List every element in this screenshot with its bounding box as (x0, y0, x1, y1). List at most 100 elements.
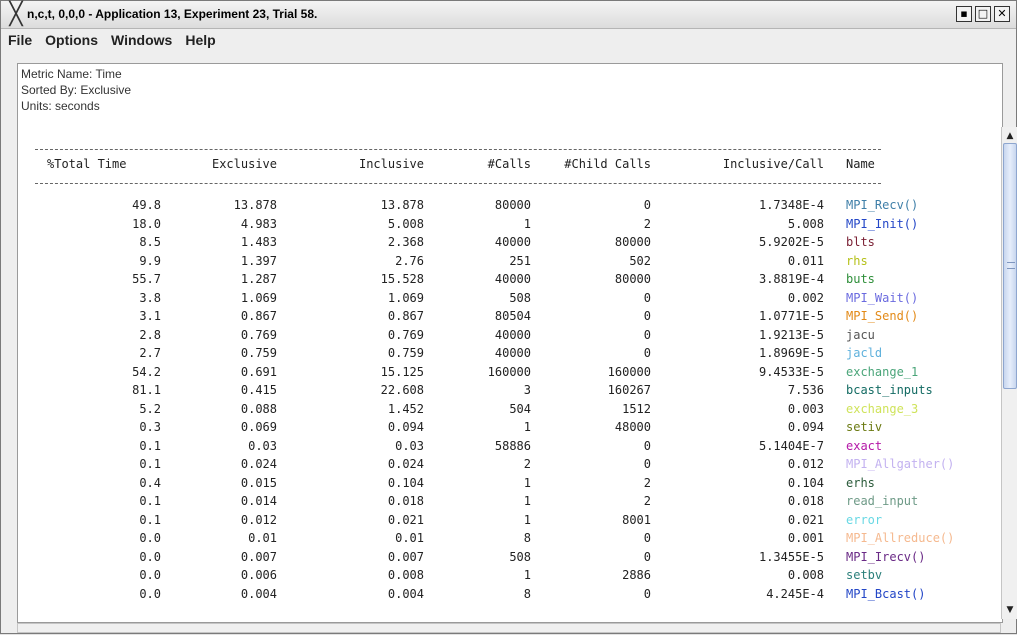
cell-inclusive: 0.01 (395, 531, 424, 545)
scroll-up-arrow-icon[interactable]: ▲ (1002, 129, 1017, 143)
cell-inclusive: 0.03 (395, 439, 424, 453)
cell-child-calls: 0 (643, 309, 651, 323)
cell-total: 5.2 (139, 402, 161, 416)
cell-name[interactable]: exchange_1 (846, 364, 918, 380)
cell-child-calls: 0 (643, 291, 651, 305)
cell-name[interactable]: rhs (846, 253, 868, 269)
cell-exclusive: 0.691 (240, 365, 277, 379)
cell-name[interactable]: MPI_Bcast() (846, 586, 925, 602)
cell-name[interactable]: MPI_Wait() (846, 290, 918, 306)
cell-total: 49.8 (132, 198, 161, 212)
cell-exclusive: 0.007 (240, 550, 277, 564)
cell-child-calls: 48000 (614, 420, 651, 434)
cell-inclusive: 0.018 (387, 494, 424, 508)
cell-inclusive: 5.008 (387, 217, 424, 231)
cell-total: 0.1 (139, 513, 161, 527)
cell-total: 18.0 (132, 217, 161, 231)
cell-name[interactable]: setiv (846, 419, 882, 435)
cell-name[interactable]: MPI_Allreduce() (846, 530, 954, 546)
cell-name[interactable]: MPI_Init() (846, 216, 918, 232)
cell-exclusive: 0.867 (240, 309, 277, 323)
cell-exclusive: 0.03 (248, 439, 277, 453)
cell-child-calls: 2 (643, 217, 651, 231)
cell-name[interactable]: buts (846, 271, 875, 287)
cell-name[interactable]: erhs (846, 475, 875, 491)
cell-child-calls: 0 (643, 328, 651, 342)
scroll-grip-icon (1007, 262, 1015, 269)
cell-inclusive: 0.769 (387, 328, 424, 342)
cell-inclusive-per-call: 0.012 (787, 457, 824, 471)
cell-inclusive: 15.125 (380, 365, 424, 379)
cell-name[interactable]: exchange_3 (846, 401, 918, 417)
cell-name[interactable]: jacu (846, 327, 875, 343)
cell-inclusive: 0.021 (387, 513, 424, 527)
cell-exclusive: 1.483 (240, 235, 277, 249)
cell-exclusive: 0.088 (240, 402, 277, 416)
cell-name[interactable]: read_input (846, 493, 918, 509)
cell-exclusive: 0.759 (240, 346, 277, 360)
cell-calls: 8 (523, 587, 531, 601)
cell-calls: 251 (509, 254, 531, 268)
cell-inclusive: 22.608 (380, 383, 424, 397)
cell-name[interactable]: blts (846, 234, 875, 250)
cell-inclusive-per-call: 0.094 (787, 420, 824, 434)
cell-name[interactable]: exact (846, 438, 882, 454)
cell-child-calls: 2 (643, 476, 651, 490)
cell-name[interactable]: bcast_inputs (846, 382, 933, 398)
cell-total: 2.7 (139, 346, 161, 360)
cell-inclusive: 1.069 (387, 291, 424, 305)
cell-inclusive-per-call: 9.4533E-5 (758, 365, 824, 379)
cell-calls: 40000 (494, 328, 531, 342)
cell-calls: 508 (509, 291, 531, 305)
horizontal-scrollbar[interactable] (17, 623, 1001, 633)
cell-inclusive: 1.452 (387, 402, 424, 416)
cell-inclusive-per-call: 4.245E-4 (766, 587, 824, 601)
cell-calls: 1 (523, 217, 531, 231)
cell-total: 0.3 (139, 420, 161, 434)
cell-total: 0.4 (139, 476, 161, 490)
cell-calls: 1 (523, 476, 531, 490)
cell-name[interactable]: MPI_Allgather() (846, 456, 954, 472)
cell-exclusive: 1.069 (240, 291, 277, 305)
cell-inclusive-per-call: 1.3455E-5 (758, 550, 824, 564)
cell-name[interactable]: MPI_Irecv() (846, 549, 925, 565)
cell-exclusive: 1.397 (240, 254, 277, 268)
scroll-thumb[interactable] (1003, 143, 1017, 389)
cell-inclusive: 2.368 (387, 235, 424, 249)
cell-name[interactable]: error (846, 512, 882, 528)
cell-inclusive-per-call: 1.0771E-5 (758, 309, 824, 323)
col-header-inclusive-per-call: Inclusive/Call (722, 157, 824, 171)
vertical-scrollbar[interactable]: ▲ ▼ (1001, 127, 1017, 619)
cell-inclusive: 2.76 (395, 254, 424, 268)
cell-calls: 40000 (494, 235, 531, 249)
cell-child-calls: 0 (643, 531, 651, 545)
cell-inclusive-per-call: 0.104 (787, 476, 824, 490)
cell-calls: 80504 (494, 309, 531, 323)
cell-exclusive: 0.024 (240, 457, 277, 471)
cell-name[interactable]: setbv (846, 567, 882, 583)
cell-inclusive-per-call: 0.001 (787, 531, 824, 545)
cell-child-calls: 0 (643, 550, 651, 564)
cell-exclusive: 0.012 (240, 513, 277, 527)
cell-name[interactable]: jacld (846, 345, 882, 361)
cell-exclusive: 4.983 (240, 217, 277, 231)
cell-inclusive-per-call: 0.003 (787, 402, 824, 416)
cell-name[interactable]: MPI_Recv() (846, 197, 918, 213)
cell-total: 9.9 (139, 254, 161, 268)
scroll-down-arrow-icon[interactable]: ▼ (1002, 603, 1017, 617)
cell-child-calls: 80000 (614, 235, 651, 249)
cell-child-calls: 8001 (622, 513, 651, 527)
cell-child-calls: 0 (643, 346, 651, 360)
cell-total: 55.7 (132, 272, 161, 286)
cell-inclusive-per-call: 5.1404E-7 (758, 439, 824, 453)
cell-total: 0.1 (139, 494, 161, 508)
profile-window: ╳ n,c,t, 0,0,0 - Application 13, Experim… (0, 0, 1017, 634)
cell-exclusive: 0.769 (240, 328, 277, 342)
cell-inclusive-per-call: 0.002 (787, 291, 824, 305)
cell-child-calls: 80000 (614, 272, 651, 286)
cell-inclusive-per-call: 1.9213E-5 (758, 328, 824, 342)
cell-calls: 58886 (494, 439, 531, 453)
cell-calls: 1 (523, 513, 531, 527)
cell-name[interactable]: MPI_Send() (846, 308, 918, 324)
col-header-total: %Total Time (47, 157, 127, 171)
